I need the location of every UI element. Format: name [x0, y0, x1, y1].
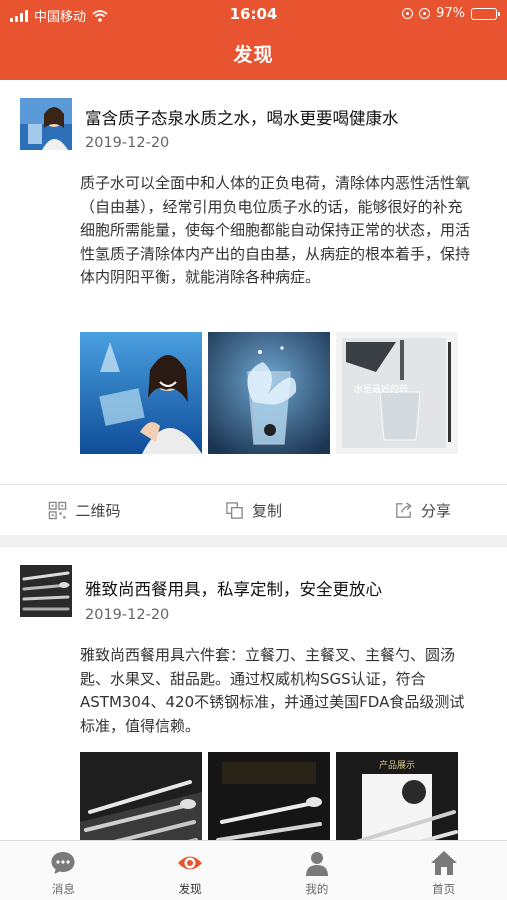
bottom-tab-bar: 消息 发现 我的 首页 — [0, 840, 507, 900]
tab-home[interactable]: 首页 — [380, 841, 507, 900]
battery-icon — [471, 7, 500, 20]
lock-rotation-icon — [402, 8, 414, 19]
user-icon — [305, 852, 328, 876]
image-caption: 产品展示 — [378, 761, 415, 771]
alarm-icon — [419, 8, 431, 19]
card-image[interactable] — [208, 752, 330, 840]
card-title[interactable]: 富含质子态泉水质之水，喝水更要喝健康水 — [85, 105, 495, 129]
card-date: 2019-12-20 — [85, 607, 170, 623]
copy-label: 复制 — [251, 501, 282, 520]
share-icon — [396, 501, 412, 518]
home-icon — [430, 851, 457, 875]
qrcode-button[interactable]: 二维码 — [0, 485, 169, 535]
feed-card[interactable]: 富含质子态泉水质之水，喝水更要喝健康水 2019-12-20 质子水可以全面中和… — [0, 80, 507, 535]
card-title[interactable]: 雅致尚西餐用具，私享定制，安全更放心 — [85, 576, 495, 600]
share-button[interactable]: 分享 — [338, 485, 507, 535]
card-image[interactable]: 水是最好的药 — [336, 332, 458, 454]
card-image[interactable] — [208, 332, 330, 454]
card-image[interactable] — [80, 332, 202, 454]
card-thumbnail — [20, 565, 72, 617]
card-image-row: 水是最好的药 — [80, 332, 458, 454]
card-body: 雅致尚西餐用具六件套：立餐刀、主餐叉、主餐勺、圆汤匙、水果叉、甜品匙。通过权威机… — [80, 646, 465, 735]
eye-icon — [178, 856, 203, 870]
status-bar: 中国移动 16:04 97% — [0, 0, 507, 28]
card-image[interactable]: 产品展示 — [336, 752, 458, 840]
discover-feed[interactable]: 富含质子态泉水质之水，喝水更要喝健康水 2019-12-20 质子水可以全面中和… — [0, 80, 507, 840]
page-title: 发现 — [233, 44, 274, 66]
card-body: 质子水可以全面中和人体的正负电荷，清除体内恶性活性氧（自由基），经常引用负电位质… — [80, 174, 471, 286]
card-thumbnail — [20, 98, 72, 150]
battery-percent: 97% — [436, 6, 465, 21]
card-action-bar: 二维码 复制 分享 — [0, 484, 507, 535]
tab-messages-label: 消息 — [51, 882, 75, 896]
image-caption: 水是最好的药 — [354, 385, 409, 395]
tab-mine-label: 我的 — [305, 882, 329, 896]
card-image[interactable] — [80, 752, 202, 840]
share-label: 分享 — [420, 501, 451, 520]
copy-button[interactable]: 复制 — [169, 485, 338, 535]
card-date: 2019-12-20 — [85, 135, 170, 151]
card-image-row: 产品展示 — [80, 752, 458, 840]
app-header: 中国移动 16:04 97% 发现 — [0, 0, 507, 80]
chat-bubble-icon — [51, 852, 75, 874]
tab-discover[interactable]: 发现 — [127, 841, 254, 900]
qrcode-label: 二维码 — [75, 501, 121, 520]
tab-messages[interactable]: 消息 — [0, 841, 127, 900]
copy-icon — [226, 501, 243, 519]
tab-home-label: 首页 — [432, 882, 456, 896]
tab-mine[interactable]: 我的 — [254, 841, 381, 900]
tab-discover-label: 发现 — [178, 882, 202, 896]
feed-card[interactable]: 雅致尚西餐用具，私享定制，安全更放心 2019-12-20 雅致尚西餐用具六件套… — [0, 547, 507, 840]
qrcode-icon — [49, 501, 67, 519]
